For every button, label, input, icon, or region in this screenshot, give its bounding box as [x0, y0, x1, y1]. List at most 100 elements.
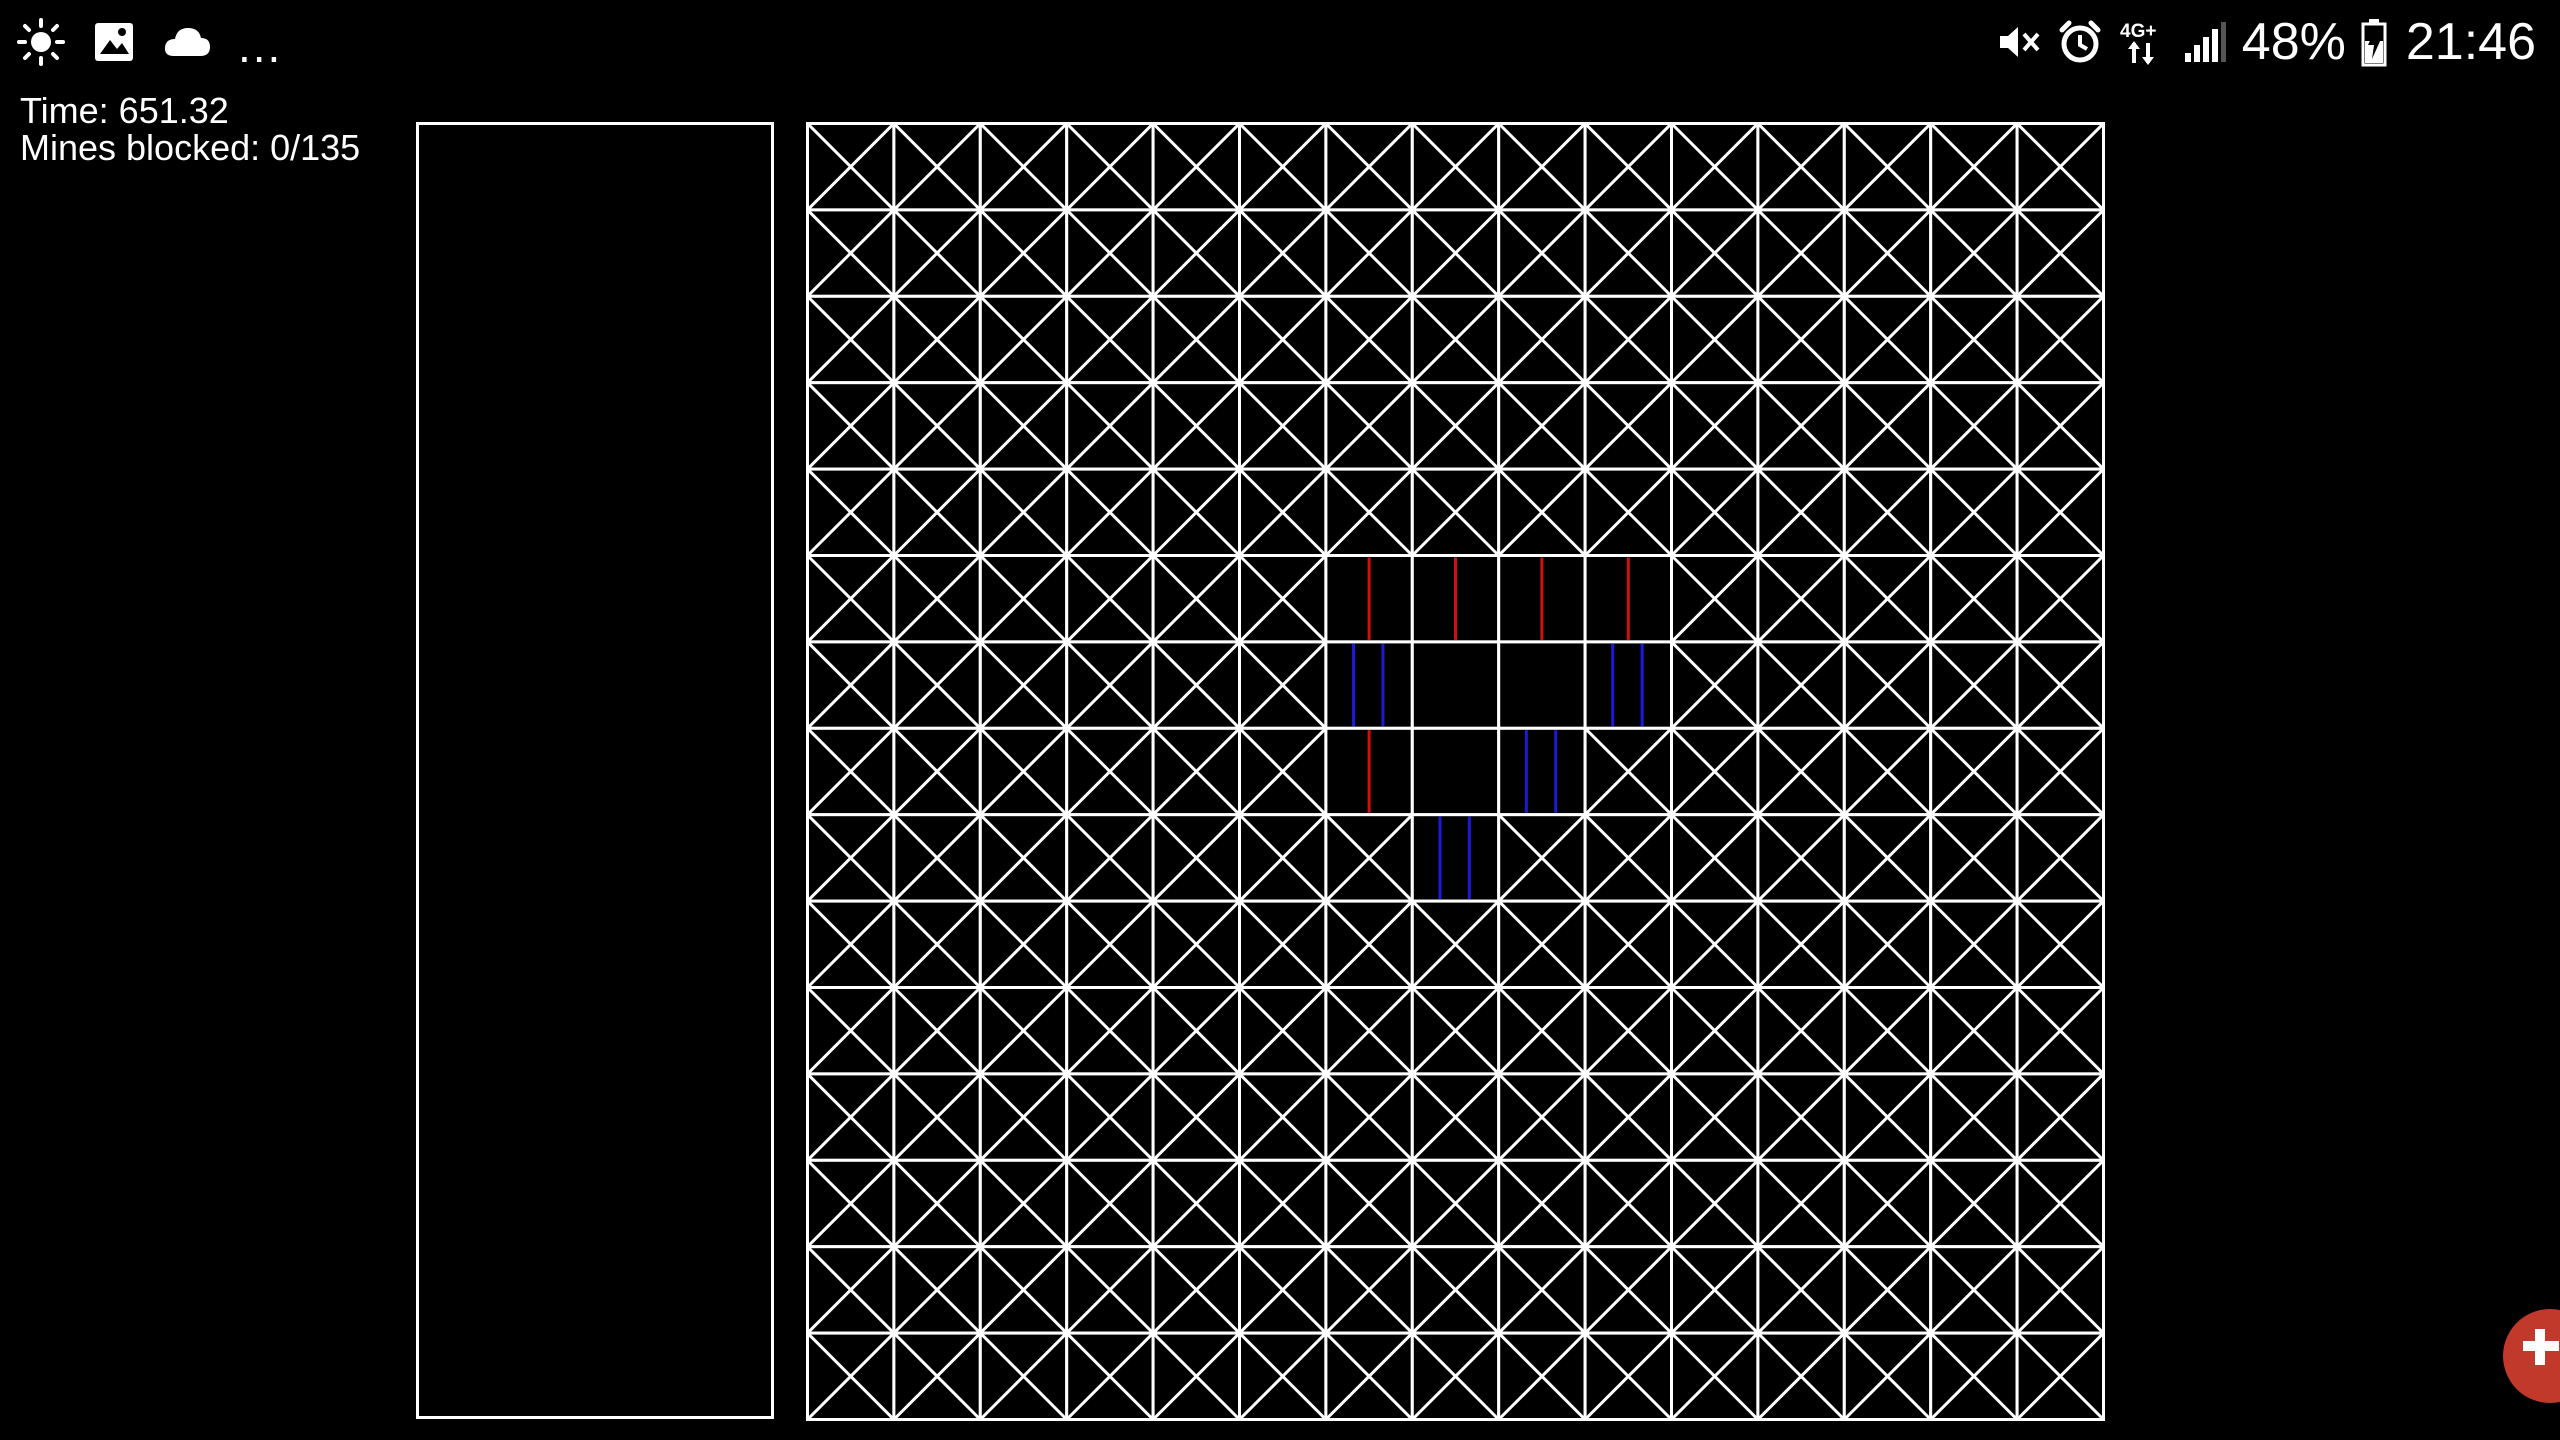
revealed-cell[interactable]: [1583, 640, 1673, 730]
covered-cell[interactable]: [806, 381, 896, 471]
covered-cell[interactable]: [1929, 1331, 2019, 1421]
covered-cell[interactable]: [1151, 208, 1242, 298]
covered-cell[interactable]: [892, 554, 982, 644]
covered-cell[interactable]: [1583, 1331, 1673, 1421]
covered-cell[interactable]: [2015, 122, 2105, 212]
covered-cell[interactable]: [1151, 640, 1242, 730]
covered-cell[interactable]: [978, 986, 1069, 1076]
covered-cell[interactable]: [1238, 1072, 1328, 1162]
covered-cell[interactable]: [2015, 899, 2105, 989]
covered-cell[interactable]: [1238, 1245, 1328, 1335]
covered-cell[interactable]: [2015, 1158, 2105, 1249]
covered-cell[interactable]: [1842, 726, 1933, 817]
covered-cell[interactable]: [978, 1072, 1069, 1162]
covered-cell[interactable]: [1324, 208, 1414, 298]
covered-cell[interactable]: [806, 208, 896, 298]
covered-cell[interactable]: [2015, 1245, 2105, 1335]
covered-cell[interactable]: [1065, 640, 1155, 730]
covered-cell[interactable]: [978, 899, 1069, 989]
covered-cell[interactable]: [1842, 1331, 1933, 1421]
covered-cell[interactable]: [1929, 726, 2019, 817]
covered-cell[interactable]: [1670, 467, 1760, 558]
covered-cell[interactable]: [978, 726, 1069, 817]
covered-cell[interactable]: [1842, 208, 1933, 298]
covered-cell[interactable]: [1324, 294, 1414, 385]
covered-cell[interactable]: [1410, 899, 1501, 989]
covered-cell[interactable]: [1929, 381, 2019, 471]
revealed-cell[interactable]: [1497, 726, 1587, 817]
covered-cell[interactable]: [1756, 1245, 1846, 1335]
covered-cell[interactable]: [892, 813, 982, 903]
covered-cell[interactable]: [978, 122, 1069, 212]
covered-cell[interactable]: [1324, 899, 1414, 989]
covered-cell[interactable]: [1410, 122, 1501, 212]
covered-cell[interactable]: [892, 1158, 982, 1249]
covered-cell[interactable]: [806, 986, 896, 1076]
covered-cell[interactable]: [1065, 294, 1155, 385]
covered-cell[interactable]: [1151, 554, 1242, 644]
covered-cell[interactable]: [1929, 294, 2019, 385]
covered-cell[interactable]: [1065, 1072, 1155, 1162]
covered-cell[interactable]: [892, 726, 982, 817]
covered-cell[interactable]: [892, 899, 982, 989]
covered-cell[interactable]: [1670, 726, 1760, 817]
covered-cell[interactable]: [892, 208, 982, 298]
covered-cell[interactable]: [806, 1245, 896, 1335]
covered-cell[interactable]: [1324, 1245, 1414, 1335]
covered-cell[interactable]: [1238, 554, 1328, 644]
covered-cell[interactable]: [1065, 122, 1155, 212]
covered-cell[interactable]: [1065, 1331, 1155, 1421]
piece-tray-panel[interactable]: [416, 122, 774, 1419]
covered-cell[interactable]: [1065, 1245, 1155, 1335]
covered-cell[interactable]: [1756, 381, 1846, 471]
covered-cell[interactable]: [892, 1072, 982, 1162]
covered-cell[interactable]: [1842, 381, 1933, 471]
covered-cell[interactable]: [1065, 726, 1155, 817]
board-canvas[interactable]: [806, 122, 2105, 1421]
covered-cell[interactable]: [1065, 986, 1155, 1076]
covered-cell[interactable]: [1929, 640, 2019, 730]
covered-cell[interactable]: [1151, 813, 1242, 903]
covered-cell[interactable]: [2015, 640, 2105, 730]
covered-cell[interactable]: [1238, 467, 1328, 558]
covered-cell[interactable]: [1583, 813, 1673, 903]
covered-cell[interactable]: [1929, 1158, 2019, 1249]
covered-cell[interactable]: [1929, 208, 2019, 298]
covered-cell[interactable]: [1497, 1072, 1587, 1162]
covered-cell[interactable]: [978, 381, 1069, 471]
covered-cell[interactable]: [1670, 1331, 1760, 1421]
covered-cell[interactable]: [1583, 899, 1673, 989]
revealed-cell[interactable]: [1324, 640, 1414, 730]
covered-cell[interactable]: [806, 726, 896, 817]
covered-cell[interactable]: [1583, 986, 1673, 1076]
covered-cell[interactable]: [2015, 467, 2105, 558]
revealed-cell[interactable]: [1410, 554, 1501, 644]
covered-cell[interactable]: [1670, 1072, 1760, 1162]
covered-cell[interactable]: [1670, 899, 1760, 989]
covered-cell[interactable]: [1497, 813, 1587, 903]
covered-cell[interactable]: [1756, 554, 1846, 644]
revealed-cell[interactable]: [1497, 640, 1587, 730]
covered-cell[interactable]: [1324, 122, 1414, 212]
covered-cell[interactable]: [1497, 122, 1587, 212]
covered-cell[interactable]: [1238, 813, 1328, 903]
covered-cell[interactable]: [1756, 122, 1846, 212]
covered-cell[interactable]: [2015, 726, 2105, 817]
covered-cell[interactable]: [1151, 726, 1242, 817]
covered-cell[interactable]: [806, 1072, 896, 1162]
covered-cell[interactable]: [978, 640, 1069, 730]
covered-cell[interactable]: [1929, 1245, 2019, 1335]
covered-cell[interactable]: [978, 294, 1069, 385]
covered-cell[interactable]: [1583, 294, 1673, 385]
covered-cell[interactable]: [1929, 813, 2019, 903]
covered-cell[interactable]: [1238, 899, 1328, 989]
covered-cell[interactable]: [1238, 986, 1328, 1076]
covered-cell[interactable]: [1670, 294, 1760, 385]
covered-cell[interactable]: [1756, 1072, 1846, 1162]
covered-cell[interactable]: [1929, 986, 2019, 1076]
covered-cell[interactable]: [1324, 1072, 1414, 1162]
covered-cell[interactable]: [1670, 640, 1760, 730]
covered-cell[interactable]: [2015, 381, 2105, 471]
covered-cell[interactable]: [1497, 381, 1587, 471]
covered-cell[interactable]: [1756, 813, 1846, 903]
